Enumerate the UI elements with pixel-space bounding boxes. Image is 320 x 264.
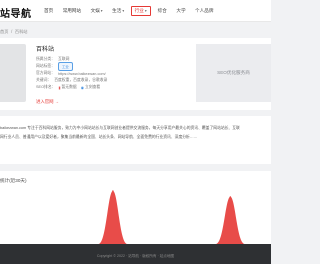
stats-chart [0, 190, 271, 244]
nav-label: 首页 [44, 8, 54, 13]
nav-item-general[interactable]: 综合 [158, 8, 167, 14]
keywords-row: 关键词： 百度权重，百度收录，谷歌收录 [36, 77, 186, 84]
seo-service-ad[interactable]: SEO优化服务商 [196, 44, 271, 102]
nav-label: 常用网站 [62, 8, 82, 13]
url-value[interactable]: https://www.baikezwan.com/ [58, 72, 106, 76]
tag-pill[interactable]: 工业 [57, 62, 73, 71]
chart-icon: ▮ [58, 86, 61, 90]
nav-label: 行业 [134, 8, 144, 13]
url-label: 官方网站： [36, 71, 55, 75]
breadcrumb-home[interactable]: 首页 [0, 29, 8, 34]
nav-label: 综合 [157, 8, 167, 13]
nav-label: 生活 [112, 8, 122, 13]
chevron-down-icon: ▾ [100, 9, 103, 13]
tag-row: 网站标签： 工业 [36, 62, 186, 71]
breadcrumb-separator: / [11, 29, 13, 34]
seo-row: SEO排名： ▮ 暂无数据 ◉ 立刻查看 [36, 84, 186, 91]
site-thumbnail [0, 44, 26, 102]
search-icon: ◉ [80, 86, 85, 90]
main-nav: 首页 常用网站 文娱 ▾ 生活 ▾ 行业 ▾ 综合 大学 个人品牌 [44, 0, 223, 22]
breadcrumb-current: 百科站 [14, 29, 28, 34]
series-area [0, 190, 271, 244]
keywords-value: 百度权重，百度收录，谷歌收录 [54, 78, 108, 82]
site-title: 百科站 [36, 47, 55, 53]
breadcrumb: 首页 / 百科站 [0, 29, 29, 35]
footer-copyright: Copyright © 2022 · 站导航 · 版权所有 · 站点地图 [96, 254, 175, 258]
keywords-label: 关键词： [36, 78, 52, 82]
visit-label: 进入官网 [36, 99, 54, 104]
header: 站导航 首页 常用网站 文娱 ▾ 生活 ▾ 行业 ▾ 综合 大学 个人品牌 [0, 0, 271, 22]
nav-label: 文娱 [90, 8, 100, 13]
seo-value-b[interactable]: 立刻查看 [85, 85, 100, 90]
nav-item-university[interactable]: 大学 [176, 8, 185, 14]
category-value[interactable]: 互联网 [58, 57, 69, 62]
chevron-down-icon: ▾ [144, 9, 147, 13]
data-point[interactable] [112, 190, 114, 192]
url-row: 官方网站： https://www.baikezwan.com/ [36, 70, 186, 77]
description-text: baikezwan.com 专注于百科网站服务，致力为中小网站站长与互联网创业者… [0, 124, 271, 142]
seo-label: SEO排名： [36, 85, 56, 89]
nav-label: 大学 [176, 8, 186, 13]
data-point[interactable] [229, 196, 231, 198]
nav-label: 个人品牌 [195, 8, 214, 13]
description-line: 网行业人员、普通用户以及爱好者，聚集当前最新的全国、站长头条、网站导航、全面免费… [0, 135, 198, 139]
nav-item-personal-brand[interactable]: 个人品牌 [195, 8, 213, 14]
nav-item-life[interactable]: 生活 ▾ [112, 8, 124, 14]
chevron-down-icon: ▾ [122, 9, 125, 13]
description-line: baikezwan.com 专注于百科网站服务，致力为中小网站站长与互联网创业者… [0, 126, 240, 130]
site-card: 百科站 所属分类： 互联网 网站标签： 工业 官方网站： https://www… [0, 38, 271, 110]
nav-item-common[interactable]: 常用网站 [63, 8, 81, 14]
nav-item-entertainment[interactable]: 文娱 ▾ [91, 8, 103, 14]
category-label: 所属分类： [36, 57, 55, 61]
stats-section: 统计(近30天) [0, 171, 271, 244]
arrow-right-icon: → [54, 99, 59, 104]
tag-label: 网站标签： [36, 64, 55, 68]
visit-site-button[interactable]: 进入官网 → [36, 99, 59, 105]
footer: Copyright © 2022 · 站导航 · 版权所有 · 站点地图 [0, 244, 271, 264]
nav-item-home[interactable]: 首页 [44, 8, 53, 14]
site-logo[interactable]: 站导航 [0, 5, 32, 20]
site-info: 百科站 所属分类： 互联网 网站标签： 工业 官方网站： https://www… [36, 44, 186, 91]
seo-value-a[interactable]: 暂无数据 [62, 85, 77, 90]
description-section: baikezwan.com 专注于百科网站服务，致力为中小网站站长与互联网创业者… [0, 116, 271, 164]
nav-item-industry[interactable]: 行业 ▾ [130, 5, 151, 17]
